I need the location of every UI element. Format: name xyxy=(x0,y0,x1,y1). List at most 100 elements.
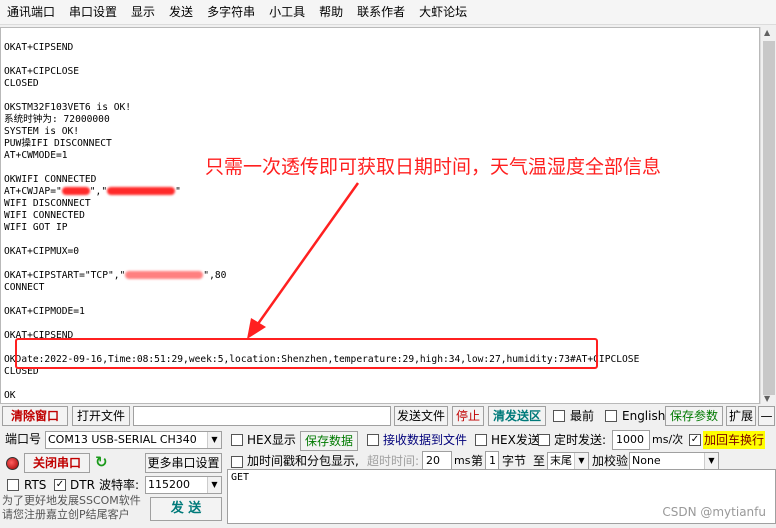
highlight-box xyxy=(15,338,598,369)
terminal-line: OKAT+CIPSEND xyxy=(4,42,74,53)
hex-send-label: HEX发送 xyxy=(491,433,540,447)
chevron-down-icon[interactable]: ▼ xyxy=(207,432,221,448)
terminal-line: 系统时钟为: 72000000 xyxy=(4,114,110,125)
open-file-button[interactable]: 打开文件 xyxy=(72,406,130,426)
chevron-down-icon[interactable]: ▼ xyxy=(207,477,221,493)
terminal-line: OKAT+CIPSTART="TCP"," ",80 xyxy=(4,270,227,281)
terminal-line: OKAT+CIPMUX=0 xyxy=(4,246,80,257)
recv-to-file-checkbox[interactable] xyxy=(367,434,379,446)
recv-to-file-label: 接收数据到文件 xyxy=(383,433,468,447)
add-crlf-checkbox[interactable]: ✓ xyxy=(689,434,701,446)
annotation-text: 只需一次透传即可获取日期时间，天气温湿度全部信息 xyxy=(205,156,662,178)
english-label: English xyxy=(622,409,666,423)
clear-send-area-button[interactable]: 清发送区 xyxy=(488,406,546,426)
port-select[interactable]: COM13 USB-SERIAL CH340 ▼ xyxy=(45,431,222,449)
collapse-button[interactable]: — xyxy=(758,406,775,426)
file-path-input[interactable] xyxy=(133,406,391,426)
terminal-line: CONNECT xyxy=(4,282,45,293)
timeout-input[interactable]: 20 xyxy=(422,451,452,471)
scroll-down-icon[interactable]: ▼ xyxy=(764,394,770,403)
rts-checkbox[interactable] xyxy=(7,479,19,491)
timestamp-checkbox[interactable] xyxy=(231,456,243,468)
more-settings-button[interactable]: 更多串口设置 xyxy=(145,453,222,473)
menu-port[interactable]: 通讯端口 xyxy=(0,0,62,25)
menu-multi-string[interactable]: 多字符串 xyxy=(200,0,262,25)
save-params-button[interactable]: 保存参数 xyxy=(665,406,723,426)
terminal-line: OKSTM32F103VET6 is OK! xyxy=(4,102,132,113)
baud-value: 115200 xyxy=(148,478,190,491)
interval-input[interactable]: 1000 xyxy=(612,430,650,450)
menu-contact-author[interactable]: 联系作者 xyxy=(350,0,412,25)
terminal-line: PUW操IFI DISCONNECT xyxy=(4,138,112,149)
watermark: CSDN @mytianfu xyxy=(662,505,766,519)
timed-send-label: 定时发送: xyxy=(554,433,607,447)
hex-display-label: HEX显示 xyxy=(247,433,296,447)
to-select[interactable]: 末尾 ▼ xyxy=(547,452,589,470)
expand-button[interactable]: 扩展 xyxy=(726,406,756,426)
byte-prefix: 第 xyxy=(471,454,484,468)
checksum-value: None xyxy=(632,454,661,467)
terminal-line: WIFI GOT IP xyxy=(4,222,68,233)
stop-button[interactable]: 停止 xyxy=(452,406,484,426)
byte-unit: 字节 xyxy=(502,454,527,468)
timeout-label: 超时时间: xyxy=(367,454,420,468)
port-value: COM13 USB-SERIAL CH340 xyxy=(48,433,197,446)
send-file-button[interactable]: 发送文件 xyxy=(394,406,448,426)
byte-num-input[interactable]: 1 xyxy=(485,451,499,471)
rts-label: RTS xyxy=(24,478,47,492)
clear-window-button[interactable]: 清除窗口 xyxy=(2,406,68,426)
timeout-unit: ms xyxy=(454,454,471,467)
dtr-checkbox[interactable]: ✓ xyxy=(54,479,66,491)
menu-tools[interactable]: 小工具 xyxy=(262,0,312,25)
menu-send[interactable]: 发送 xyxy=(162,0,200,25)
topmost-checkbox[interactable] xyxy=(553,410,565,422)
terminal-line: WIFI DISCONNECT xyxy=(4,198,91,209)
refresh-icon[interactable]: ↻ xyxy=(95,453,108,471)
close-port-button[interactable]: 关闭串口 xyxy=(24,453,90,473)
send-text: GET xyxy=(231,472,250,483)
scroll-up-icon[interactable]: ▲ xyxy=(764,28,770,37)
menu-help[interactable]: 帮助 xyxy=(312,0,350,25)
terminal-scrollbar[interactable]: ▲ ▼ xyxy=(760,27,776,404)
checksum-label: 加校验 xyxy=(592,454,629,468)
english-checkbox[interactable] xyxy=(605,410,617,422)
chevron-down-icon[interactable]: ▼ xyxy=(574,453,588,469)
baud-select[interactable]: 115200 ▼ xyxy=(145,476,222,494)
terminal-line: WIFI CONNECTED xyxy=(4,210,85,221)
terminal-line: SYSTEM is OK! xyxy=(4,126,80,137)
save-data-button[interactable]: 保存数据 xyxy=(300,431,358,451)
checksum-select[interactable]: None ▼ xyxy=(629,452,719,470)
port-label: 端口号 xyxy=(5,432,42,446)
scrollbar-thumb[interactable] xyxy=(763,41,775,395)
chevron-down-icon[interactable]: ▼ xyxy=(704,453,718,469)
terminal-line: OKAT+CIPCLOSE xyxy=(4,66,80,77)
to-value: 末尾 xyxy=(550,454,572,467)
baud-label: 波特率: xyxy=(99,478,140,492)
interval-unit: ms/次 xyxy=(652,433,684,446)
menu-serial-settings[interactable]: 串口设置 xyxy=(62,0,124,25)
hex-display-checkbox[interactable] xyxy=(231,434,243,446)
add-crlf-label: 加回车换行 xyxy=(703,431,766,449)
menu-display[interactable]: 显示 xyxy=(124,0,162,25)
menu-bar: 通讯端口 串口设置 显示 发送 多字符串 小工具 帮助 联系作者 大虾论坛 xyxy=(0,0,776,25)
send-button[interactable]: 发 送 xyxy=(150,497,222,521)
timestamp-label: 加时间戳和分包显示, xyxy=(247,454,359,468)
terminal-line: OK xyxy=(4,390,16,401)
timed-send-checkbox[interactable] xyxy=(538,434,550,446)
terminal-line: AT+CWJAP=" "," " xyxy=(4,186,181,197)
redacted-host xyxy=(125,271,204,279)
menu-forum[interactable]: 大虾论坛 xyxy=(412,0,474,25)
to-label: 至 xyxy=(533,454,546,468)
redacted-ssid xyxy=(61,187,90,195)
promo-text[interactable]: 为了更好地发展SSCOM软件 请您注册嘉立创P结尾客户 xyxy=(2,494,141,522)
hex-send-checkbox[interactable] xyxy=(475,434,487,446)
redacted-password xyxy=(107,187,176,195)
